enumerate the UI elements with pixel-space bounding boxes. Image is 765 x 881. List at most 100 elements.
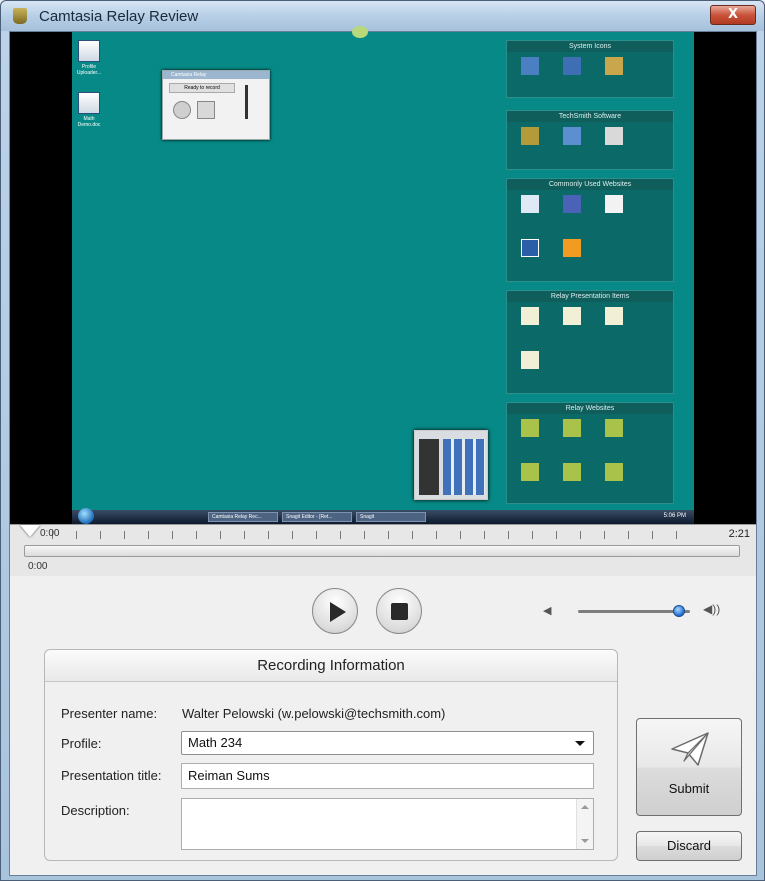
mini-recorder-window: Camtasia Relay Ready to record [162, 70, 270, 140]
timeline-tick [532, 531, 533, 539]
window-client: Profile Uploader... Math Demo.doc Camtas… [9, 26, 757, 876]
description-label: Description: [61, 803, 130, 818]
panel-system-icons: System Icons [506, 40, 674, 98]
timeline-tick [604, 531, 605, 539]
document-icon [521, 307, 539, 325]
mini-window-status: Ready to record [169, 83, 235, 93]
document-icon [78, 92, 100, 114]
timeline-tick [316, 531, 317, 539]
timeline-tick [172, 531, 173, 539]
relay-site-icon [605, 463, 623, 481]
discard-button[interactable]: Discard [636, 831, 742, 861]
profile-select[interactable]: Math 234 [181, 731, 594, 755]
computer-icon [521, 57, 539, 75]
document-icon [78, 40, 100, 62]
profile-label: Profile: [61, 736, 102, 751]
description-textarea[interactable] [181, 798, 594, 850]
play-icon [330, 602, 346, 622]
timeline-tick [388, 531, 389, 539]
relay-site-icon [563, 419, 581, 437]
speaker-high-icon[interactable]: ◀)) [703, 602, 720, 616]
start-orb-icon [78, 508, 94, 524]
document-icon [563, 307, 581, 325]
desktop-icon-label: Math Demo.doc [77, 116, 101, 128]
timeline-start-label: 0:00 [40, 528, 60, 539]
mini-window-title: Camtasia Relay [163, 71, 269, 79]
timeline-tick [676, 531, 677, 539]
timeline-end-label: 2:21 [728, 528, 750, 540]
stop-icon [391, 603, 408, 620]
timeline-tick [556, 531, 557, 539]
stop-icon [197, 101, 215, 119]
relay-site-icon [605, 419, 623, 437]
presenter-name-value: Walter Pelowski (w.pelowski@techsmith.co… [182, 706, 446, 721]
panel-title: TechSmith Software [507, 111, 673, 122]
timeline-tick [124, 531, 125, 539]
timeline-tick [148, 531, 149, 539]
mic-level-icon [245, 85, 248, 119]
timeline-tick [508, 531, 509, 539]
volume-slider[interactable] [578, 605, 690, 617]
window-title: Camtasia Relay Review [39, 7, 199, 25]
relay-site-icon [563, 463, 581, 481]
calendar-icon [521, 195, 539, 213]
timeline-ruler[interactable] [28, 529, 698, 541]
presentation-title-input[interactable]: Reiman Sums [181, 763, 594, 789]
taskbar-item: Snagit Editor - [Ret... [282, 512, 352, 522]
camtasia-relay-icon [13, 8, 27, 24]
document-icon [605, 307, 623, 325]
timeline-tick [436, 531, 437, 539]
timeline-tick [76, 531, 77, 539]
timeline-tick [196, 531, 197, 539]
submit-button[interactable]: Submit [636, 718, 742, 816]
video-preview[interactable]: Profile Uploader... Math Demo.doc Camtas… [10, 26, 756, 524]
timeline-tick [220, 531, 221, 539]
mail-icon [563, 195, 581, 213]
profile-selected-value: Math 234 [188, 735, 243, 750]
playback-progress-bar[interactable] [24, 545, 740, 557]
panel-title: Relay Presentation Items [507, 291, 673, 302]
recorded-desktop: Profile Uploader... Math Demo.doc Camtas… [72, 26, 694, 524]
description-scrollbar[interactable] [576, 799, 593, 849]
screencast-icon [563, 239, 581, 257]
timeline-tick [580, 531, 581, 539]
recording-information-panel: Recording Information Presenter name: Wa… [44, 649, 618, 861]
title-bar[interactable]: Camtasia Relay Review X [1, 1, 764, 31]
close-button[interactable]: X [710, 5, 756, 25]
timeline-tick [100, 531, 101, 539]
playhead-marker[interactable] [20, 525, 40, 537]
submit-label: Submit [668, 781, 710, 796]
panel-relay-websites: Relay Websites [506, 402, 674, 504]
current-time: 0:00 [28, 561, 48, 572]
app-window: Camtasia Relay Review X Profile Uploader… [0, 0, 765, 881]
timeline-tick [364, 531, 365, 539]
snagit-icon [563, 127, 581, 145]
window-thumbnail [414, 430, 488, 500]
timeline-tick [460, 531, 461, 539]
timeline-tick [244, 531, 245, 539]
camtasia-relay-icon [521, 127, 539, 145]
panel-title: Commonly Used Websites [507, 179, 673, 190]
timeline-tick [340, 531, 341, 539]
presenter-name-label: Presenter name: [61, 706, 158, 721]
panel-websites: Commonly Used Websites [506, 178, 674, 282]
timeline-tick [292, 531, 293, 539]
taskbar-item: Camtasia Relay Rec... [208, 512, 278, 522]
recycle-bin-icon [605, 57, 623, 75]
techsmith-icon [521, 239, 539, 257]
speaker-low-icon[interactable]: ◀ [543, 604, 551, 617]
panel-title: System Icons [507, 41, 673, 52]
timeline-tick [268, 531, 269, 539]
volume-slider-handle[interactable] [672, 605, 685, 617]
panel-techsmith-software: TechSmith Software [506, 110, 674, 170]
play-button[interactable] [312, 588, 358, 634]
scroll-down-icon[interactable] [581, 839, 589, 843]
thumbnail-content [443, 439, 485, 495]
scroll-up-icon[interactable] [581, 805, 589, 809]
timeline-tick [412, 531, 413, 539]
gadget-handle-icon [352, 26, 368, 38]
taskbar-item: Snagit [356, 512, 426, 522]
timeline-tick [652, 531, 653, 539]
chevron-down-icon [575, 741, 585, 746]
stop-button[interactable] [376, 588, 422, 634]
